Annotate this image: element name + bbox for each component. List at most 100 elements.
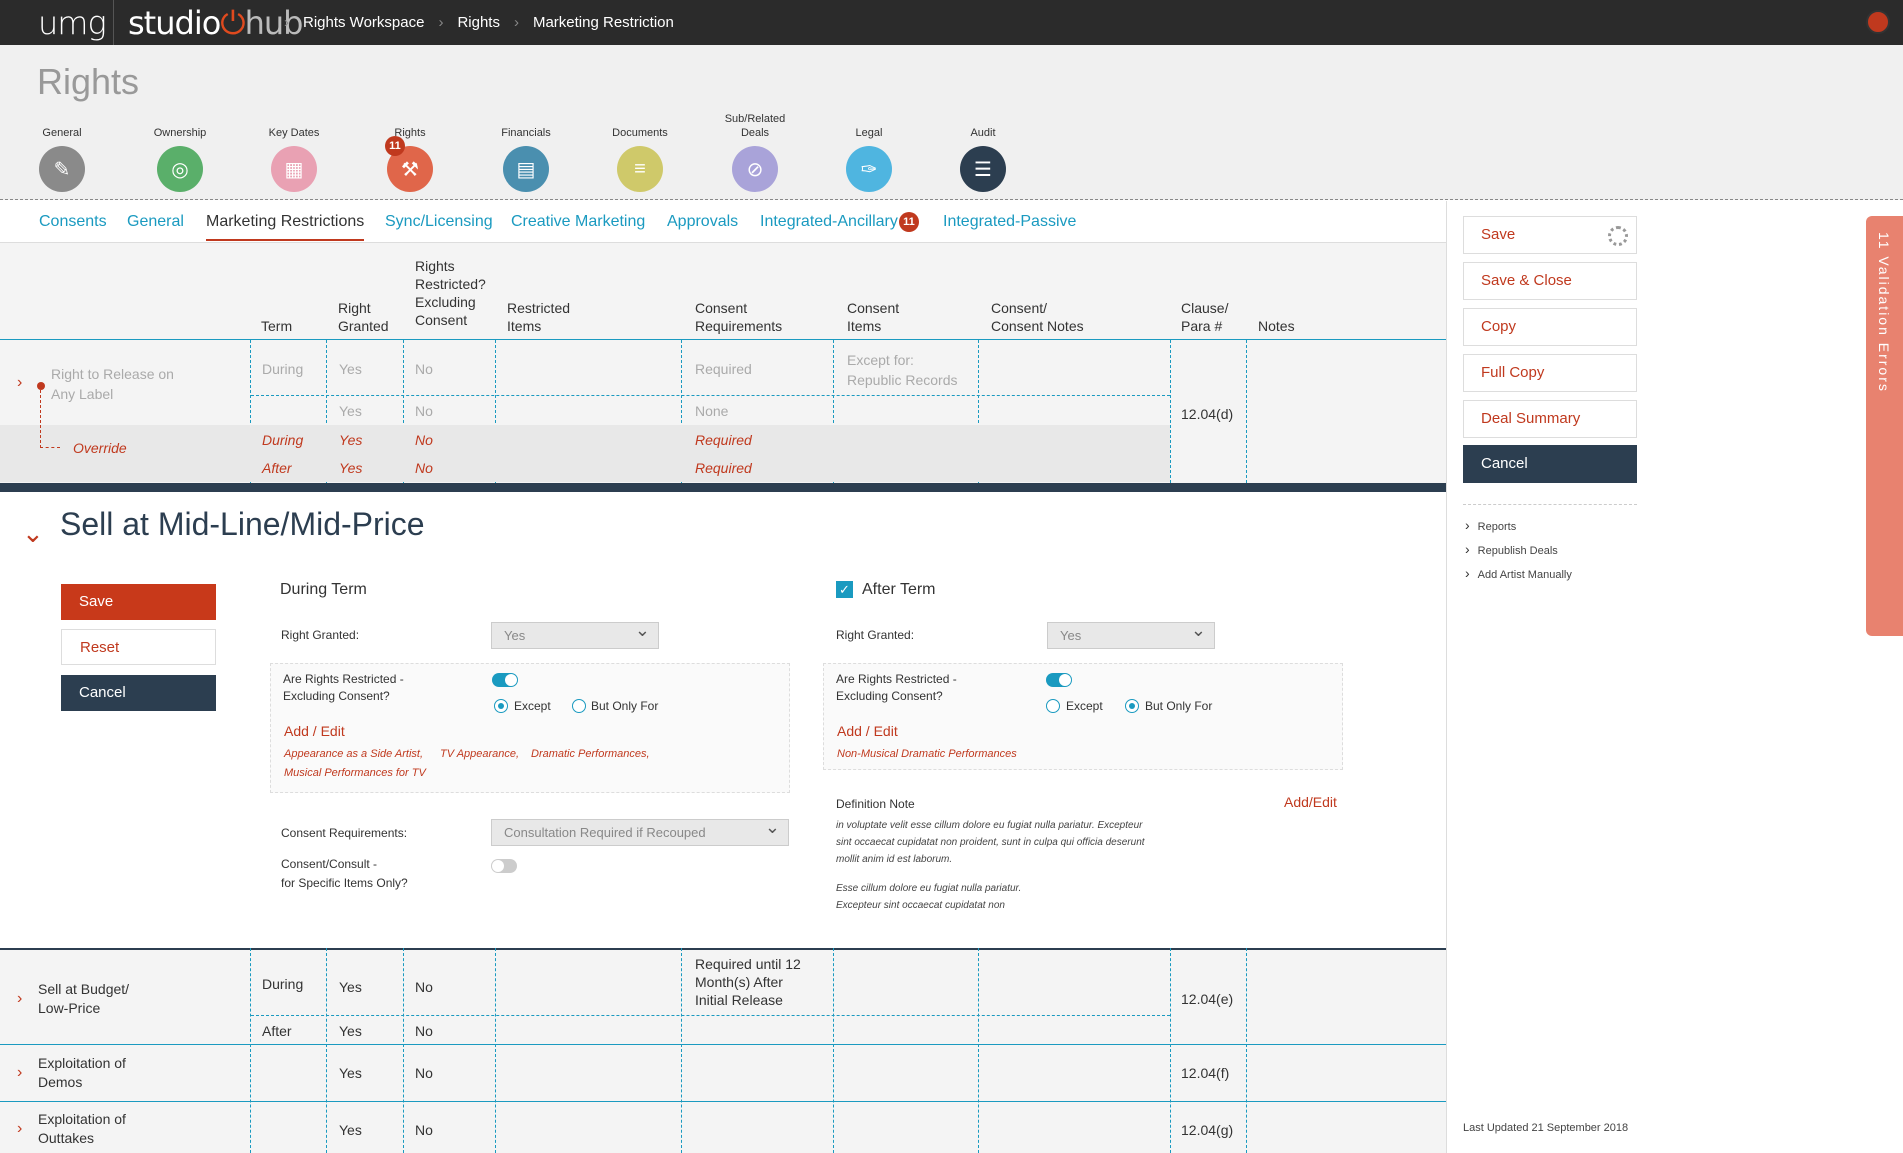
republish-deals-link[interactable]: Republish Deals — [1465, 541, 1558, 557]
nav-label: Audit — [970, 127, 996, 139]
consent-requirements-label: Consent Requirements: — [281, 826, 408, 840]
except-radio[interactable] — [1046, 699, 1060, 713]
tab-marketing-restrictions[interactable]: Marketing Restrictions — [206, 213, 365, 241]
definition-add-edit-link[interactable]: Add/Edit — [1284, 794, 1337, 810]
row-right-to-release: Right to Release on Any Label — [51, 366, 174, 402]
nav-label: Key Dates — [268, 127, 320, 139]
power-icon: ⏻ — [220, 4, 245, 42]
cell-granted: Yes — [339, 460, 363, 476]
copy-button[interactable]: Copy — [1463, 308, 1637, 346]
restricted-item: Dramatic Performances, — [531, 748, 650, 760]
grid-divider — [681, 948, 682, 1153]
restricted-item: Musical Performances for TV — [284, 767, 426, 779]
restricted-label: Are Rights Restricted - — [283, 672, 404, 686]
cancel-button[interactable]: Cancel — [61, 675, 216, 711]
grid-divider — [250, 948, 251, 1153]
chevron-down-icon[interactable]: ⌄ — [22, 518, 44, 549]
row-name: Outtakes — [38, 1130, 95, 1146]
target-icon: ◎ — [157, 146, 203, 192]
row-name: Exploitation of — [38, 1055, 126, 1071]
sidebar-cancel-button[interactable]: Cancel — [1463, 445, 1637, 483]
cell-restricted: No — [415, 432, 433, 448]
nav-label: Legal — [855, 127, 883, 139]
add-artist-manually-link[interactable]: Add Artist Manually — [1465, 565, 1572, 581]
nav-financials[interactable]: Financials ▤ — [481, 112, 571, 192]
tab-integrated-passive[interactable]: Integrated-Passive — [943, 213, 1076, 231]
tab-consents[interactable]: Consents — [39, 213, 107, 231]
but-only-for-radio[interactable] — [1125, 699, 1139, 713]
list-icon: ≡ — [617, 146, 663, 192]
restricted-label: Are Rights Restricted - — [836, 672, 957, 686]
save-close-button[interactable]: Save & Close — [1463, 262, 1637, 300]
nav-rights[interactable]: Rights⚒11Errors — [365, 112, 466, 211]
nav-general[interactable]: General ✎ — [17, 112, 107, 192]
col-clause: Clause/ Para # — [1181, 300, 1229, 334]
definition-note-label: Definition Note — [836, 797, 915, 811]
rights-restricted-toggle[interactable] — [492, 673, 518, 687]
cell-granted: Yes — [339, 1122, 362, 1138]
tab-general[interactable]: General — [127, 213, 184, 231]
but-only-for-radio-label: But Only For — [591, 699, 659, 713]
cell-consent-req: Required — [695, 361, 752, 377]
cell-term: During — [262, 361, 304, 377]
deal-summary-button[interactable]: Deal Summary — [1463, 400, 1637, 438]
right-granted-label: Right Granted: — [836, 628, 915, 642]
right-granted-select[interactable]: Yes — [1047, 618, 1215, 649]
definition-note-text: Esse cillum dolore eu fugiat nulla paria… — [836, 883, 1022, 894]
chevron-right-icon[interactable]: › — [17, 990, 22, 1008]
rights-restricted-toggle[interactable] — [1046, 673, 1072, 687]
nav-key-dates[interactable]: Key Dates ▦ — [249, 112, 339, 192]
definition-note-text: Excepteur sint occaecat cupidatat non — [836, 900, 1005, 911]
save-button[interactable]: Save — [61, 584, 216, 620]
validation-errors-label: 11 Validation Errors — [1876, 232, 1892, 393]
nav-ownership[interactable]: Ownership ◎ — [135, 112, 225, 192]
tab-integrated-ancillary[interactable]: Integrated-Ancillary — [760, 213, 898, 231]
cell-granted: Yes — [339, 403, 362, 419]
except-radio[interactable] — [494, 699, 508, 713]
override-connector — [40, 390, 60, 448]
calendar-icon: ▦ — [271, 146, 317, 192]
paperclip-icon: ✎ — [39, 146, 85, 192]
user-icon[interactable] — [1866, 10, 1890, 34]
nav-documents[interactable]: Documents ≡ — [595, 112, 685, 192]
consent-specific-toggle[interactable] — [491, 859, 517, 873]
grid-row-line — [0, 1101, 1446, 1102]
tab-sync-licensing[interactable]: Sync/Licensing — [385, 213, 493, 231]
section-header: Rights General ✎ Ownership ◎ Key Dates ▦ Right… — [0, 45, 1903, 244]
right-granted-select[interactable]: Yes — [491, 618, 659, 649]
umg-logo[interactable]: umg — [38, 4, 107, 42]
nav-legal[interactable]: Legal ✑ — [824, 112, 914, 192]
nav-label: Ownership — [153, 127, 207, 139]
override-label[interactable]: Override — [73, 439, 127, 457]
section-divider — [0, 483, 1446, 492]
full-copy-button[interactable]: Full Copy — [1463, 354, 1637, 392]
chevron-right-icon[interactable]: › — [17, 1120, 22, 1138]
tab-creative-marketing[interactable]: Creative Marketing — [511, 213, 645, 231]
cell-clause: 12.04(f) — [1181, 1065, 1230, 1081]
add-edit-link[interactable]: Add / Edit — [284, 723, 345, 739]
grid-divider — [1170, 948, 1171, 1153]
except-radio-label: Except — [1066, 699, 1103, 713]
reports-link[interactable]: Reports — [1465, 517, 1517, 533]
cell-restricted: No — [415, 1065, 433, 1081]
consent-requirements-select[interactable]: Consultation Required if Recouped — [491, 815, 789, 846]
but-only-for-radio[interactable] — [572, 699, 586, 713]
sidebar-save-button[interactable]: Save — [1463, 216, 1637, 254]
override-connector-dot — [37, 382, 45, 390]
chevron-right-icon[interactable]: › — [17, 374, 22, 392]
cell-consent-req: Month(s) After — [695, 974, 783, 990]
reset-button[interactable]: Reset — [61, 629, 216, 665]
after-term-checkbox[interactable]: ✓ — [836, 581, 853, 598]
add-edit-link[interactable]: Add / Edit — [837, 723, 898, 739]
top-bar: umg studio⏻hub › Rights Workspace › Righ… — [0, 0, 1903, 45]
breadcrumb-rights-workspace[interactable]: Rights Workspace — [303, 14, 424, 31]
validation-errors-tab[interactable]: 11 Validation Errors — [1866, 216, 1903, 636]
breadcrumb: › Rights Workspace › Rights › Marketing … — [270, 14, 674, 31]
breadcrumb-rights[interactable]: Rights — [457, 14, 500, 31]
nav-audit[interactable]: Audit ☰ — [938, 112, 1028, 192]
cell-restricted: No — [415, 460, 433, 476]
grid-divider — [1246, 340, 1247, 483]
tab-approvals[interactable]: Approvals — [667, 213, 738, 231]
chevron-right-icon[interactable]: › — [17, 1064, 22, 1082]
nav-sub-related-deals[interactable]: Sub/Related Deals ⊘ — [710, 112, 800, 192]
